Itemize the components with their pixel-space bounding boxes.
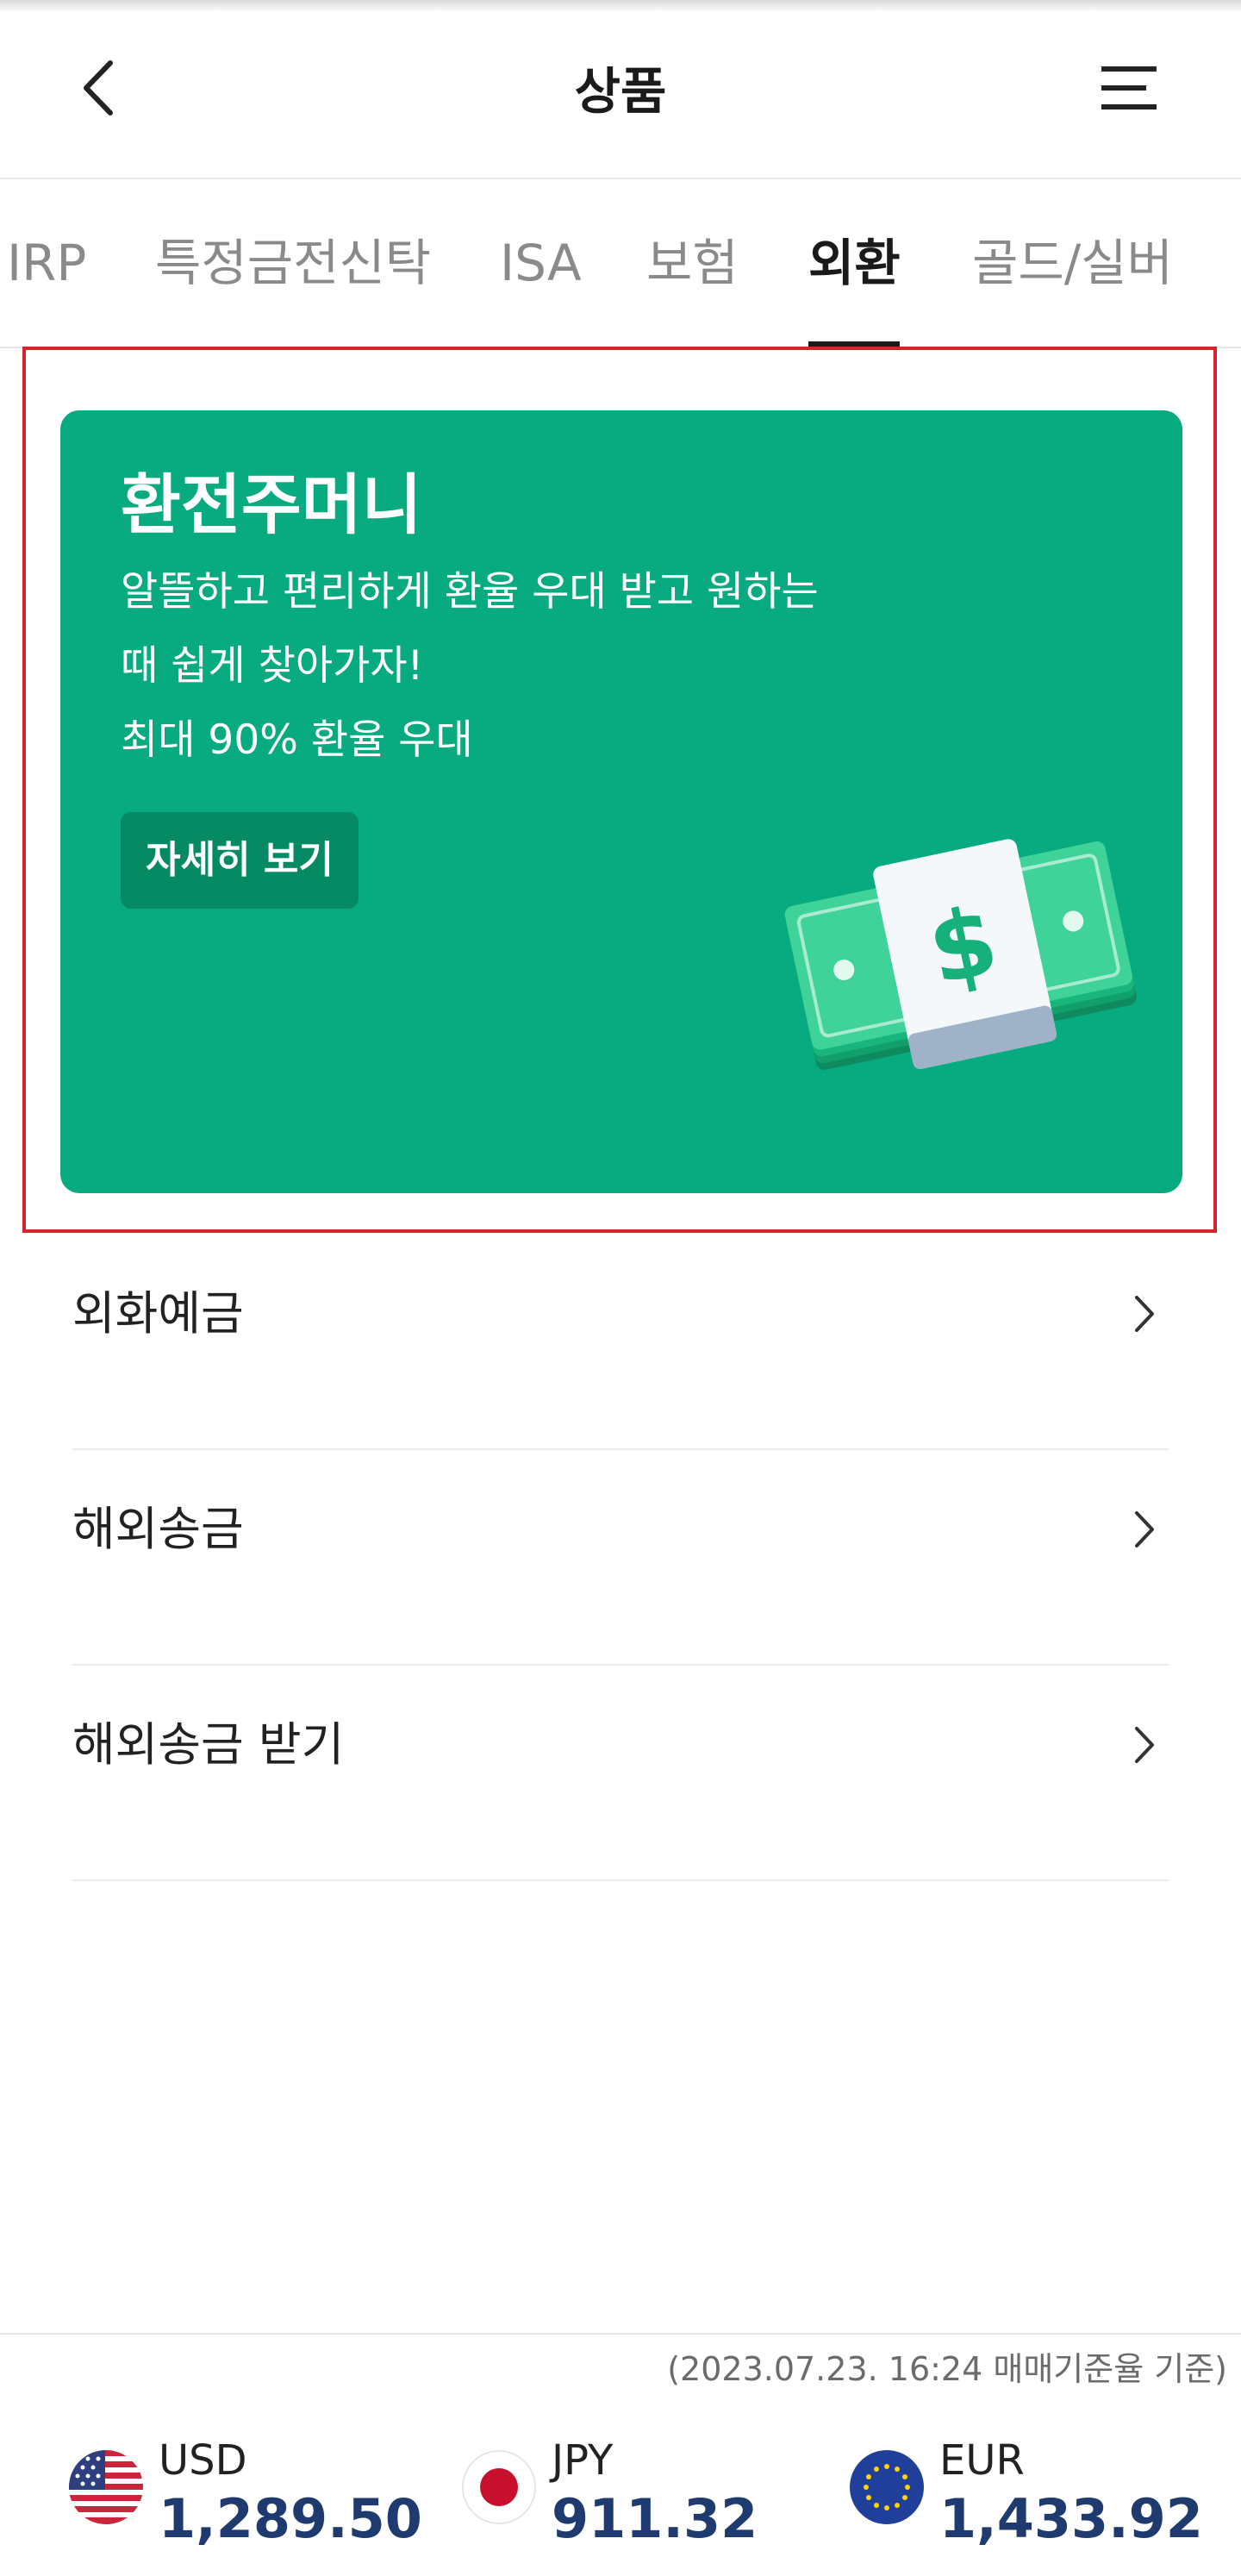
page-title: 상품 [574, 62, 667, 121]
chevron-right-icon [1120, 1719, 1169, 1771]
banner-description-line-1: 알뜰하고 편리하게 환율 우대 받고 원하는 [121, 568, 819, 616]
tab-foreign-exchange[interactable]: 외환 [808, 181, 901, 347]
banner-description-line-3: 최대 90% 환율 우대 [121, 716, 473, 764]
category-tabs: IRP 특정금전신탁 ISA 보험 외환 골드/실버 [0, 181, 1241, 348]
tab-insurance[interactable]: 보험 [646, 181, 739, 347]
us-flag-icon [69, 2450, 143, 2524]
tab-isa[interactable]: ISA [500, 181, 582, 347]
banner-description-line-2: 때 쉽게 찾아가자! [121, 642, 424, 690]
eu-flag-icon [850, 2450, 924, 2524]
view-details-button[interactable]: 자세히 보기 [121, 812, 359, 909]
tab-irp[interactable]: IRP [7, 181, 86, 347]
currency-code: USD [159, 2436, 247, 2485]
tab-gold-silver[interactable]: 골드/실버 [972, 181, 1173, 347]
currency-code: JPY [552, 2436, 614, 2485]
tab-specified-money-trust[interactable]: 특정금전신탁 [155, 181, 431, 347]
jp-flag-icon [462, 2450, 536, 2524]
currency-rate: 1,289.50 [159, 2487, 422, 2550]
list-item-overseas-remittance[interactable]: 해외송금 [72, 1450, 1169, 1666]
chevron-right-icon [1120, 1288, 1169, 1340]
exchange-pocket-banner[interactable]: 환전주머니 알뜰하고 편리하게 환율 우대 받고 원하는 때 쉽게 찾아가자! … [60, 410, 1182, 1193]
status-shadow [0, 0, 1241, 12]
list-item-foreign-deposit[interactable]: 외화예금 [72, 1235, 1169, 1450]
currency-rate: 1,433.92 [939, 2487, 1203, 2550]
list-item-receive-overseas-remittance[interactable]: 해외송금 받기 [72, 1666, 1169, 1881]
back-button[interactable] [72, 53, 124, 122]
currency-code: EUR [939, 2436, 1025, 2485]
list-item-label: 해외송금 [72, 1502, 244, 1556]
chevron-right-icon [1120, 1504, 1169, 1555]
hamburger-menu-icon [1101, 66, 1157, 109]
currency-rate: 911.32 [552, 2487, 758, 2550]
menu-button[interactable] [1094, 57, 1163, 119]
forex-menu-list: 외화예금 해외송금 해외송금 받기 [72, 1235, 1169, 1881]
rate-basis-timestamp: (2023.07.23. 16:24 매매기준율 기준) [667, 2350, 1227, 2388]
list-item-label: 외화예금 [72, 1286, 244, 1341]
app-header: 상품 [0, 0, 1241, 179]
cash-dollar-icon: $ [784, 839, 1137, 1071]
chevron-left-icon [84, 60, 113, 116]
list-item-label: 해외송금 받기 [72, 1717, 345, 1772]
banner-title: 환전주머니 [121, 466, 422, 543]
exchange-rate-bar: (2023.07.23. 16:24 매매기준율 기준) USD 1,289.5… [0, 2333, 1241, 2576]
